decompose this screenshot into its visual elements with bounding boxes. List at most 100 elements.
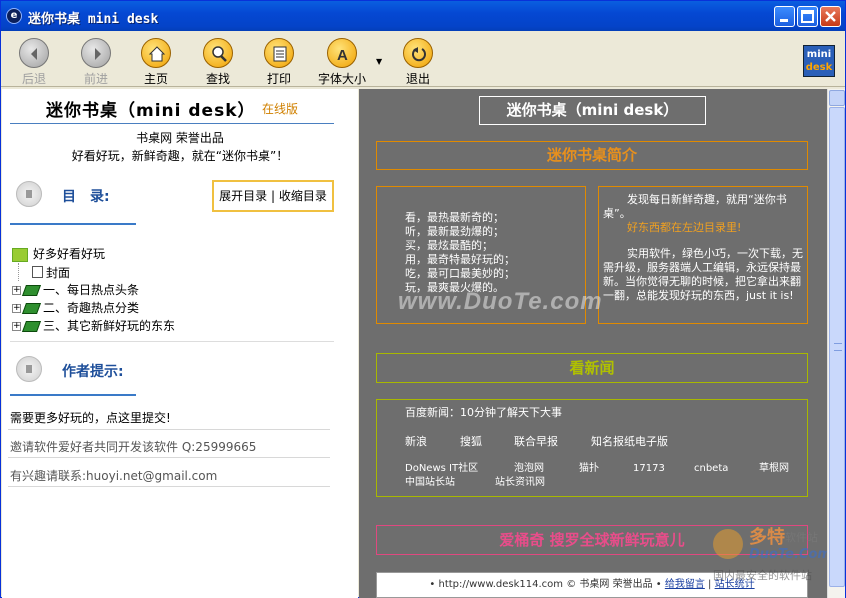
news-link[interactable]: 站长资讯网 xyxy=(495,476,545,490)
footer-separator: | xyxy=(708,579,712,590)
print-button[interactable]: 打印 xyxy=(249,38,309,87)
minimize-icon xyxy=(780,19,788,22)
publisher-text: 书桌网 荣誉出品 xyxy=(136,131,224,145)
intro-right-para2: 实用软件，绿色小巧，一次下载，无需升级，服务器端人工编辑，永远保持最新。当你觉得… xyxy=(603,247,803,302)
intro-line: 买，最炫最酷的； xyxy=(405,239,493,252)
toggle-separator: | xyxy=(270,189,279,203)
divider xyxy=(10,341,334,342)
catalog-underline xyxy=(10,223,136,225)
font-size-dropdown-icon[interactable]: ▼ xyxy=(376,57,382,66)
news-link[interactable]: DoNews IT社区 xyxy=(405,462,478,476)
search-label: 查找 xyxy=(205,72,230,86)
news-link[interactable]: 17173 xyxy=(633,462,665,476)
intro-line: 看，最热最新奇的； xyxy=(405,211,504,224)
exit-icon xyxy=(412,47,426,62)
title-bar[interactable]: e 迷你书桌 mini desk xyxy=(1,1,845,31)
news-link[interactable]: 泡泡网 xyxy=(514,462,544,476)
collapse-all-link[interactable]: 收缩目录 xyxy=(279,189,327,203)
tree-item-categories[interactable]: + 二、奇趣热点分类 xyxy=(12,299,332,317)
tree-root[interactable]: 好多好看好玩 xyxy=(12,245,332,263)
news-heading: 看新闻 xyxy=(376,353,808,383)
vertical-scrollbar[interactable] xyxy=(827,89,845,598)
tree-item-label: 一、每日热点头条 xyxy=(43,283,140,297)
expand-plus-icon[interactable]: + xyxy=(12,286,21,295)
folder-open-icon xyxy=(12,247,28,262)
scroll-up-button[interactable] xyxy=(829,90,845,106)
toolbar: 后退 前进 主页 查找 打印 A 字体大小 ▼ 退出 mini desk xyxy=(1,31,845,87)
scroll-thumb[interactable] xyxy=(829,107,845,587)
intro-right-para1: 发现每日新鲜奇趣，就用“迷你书桌”。 xyxy=(603,193,787,220)
news-link[interactable]: 中国站长站 xyxy=(405,476,455,490)
duote-corner-watermark: 多特 软件站 DuoTe.Com 国内最安全的软件站 xyxy=(713,523,843,583)
news-baidu-link[interactable]: 百度新闻：10分钟了解天下大事 xyxy=(405,406,562,420)
book-icon xyxy=(21,285,42,296)
slogan-text: 好看好玩，新鲜奇趣，就在“迷你书桌”！ xyxy=(71,149,289,163)
search-icon xyxy=(212,46,227,62)
author-header: 作者提示: xyxy=(16,354,316,384)
guestbook-link[interactable]: 给我留言 xyxy=(665,579,705,590)
news-link[interactable]: 猫扑 xyxy=(579,462,599,476)
author-underline xyxy=(10,394,136,396)
forward-button[interactable]: 前进 xyxy=(66,38,126,87)
back-label: 后退 xyxy=(21,72,46,86)
sidebar: 迷你书桌（mini desk） 在线版 书桌网 荣誉出品 好看好玩，新鲜奇趣，就… xyxy=(2,89,358,598)
watermark-domain: DuoTe.Com xyxy=(749,547,831,562)
back-button[interactable]: 后退 xyxy=(4,38,64,87)
back-arrow-icon xyxy=(31,48,37,60)
app-icon: e xyxy=(6,8,22,24)
tree-item-daily[interactable]: + 一、每日热点头条 xyxy=(12,281,332,299)
close-button[interactable] xyxy=(820,6,841,27)
author-bullet-icon xyxy=(16,356,42,382)
content-pane: 迷你书桌（mini desk） 迷你书桌简介 看，最热最新奇的； 听，最新最劲爆… xyxy=(359,89,827,598)
svg-text:A: A xyxy=(337,47,348,63)
news-link[interactable]: 搜狐 xyxy=(460,435,482,449)
forward-label: 前进 xyxy=(83,72,108,86)
expand-plus-icon[interactable]: + xyxy=(12,322,21,331)
maximize-button[interactable] xyxy=(797,6,818,27)
expand-plus-icon[interactable]: + xyxy=(12,304,21,313)
tree-connector xyxy=(18,263,19,281)
page-icon xyxy=(32,266,43,278)
sidebar-title: 迷你书桌（mini desk） xyxy=(46,101,256,121)
content-title: 迷你书桌（mini desk） xyxy=(479,96,706,125)
edition-badge[interactable]: 在线版 xyxy=(262,100,298,117)
exit-label: 退出 xyxy=(405,72,430,86)
tree-item-label: 二、奇趣热点分类 xyxy=(43,301,140,315)
news-link[interactable]: 联合早报 xyxy=(514,435,558,449)
intro-right-highlight: 好东西都在左边目录里! xyxy=(627,221,742,234)
footer-text: • http://www.desk114.com © 书桌网 荣誉出品 • xyxy=(429,579,662,590)
divider xyxy=(10,123,334,124)
news-link[interactable]: 新浪 xyxy=(405,435,427,449)
app-window: e 迷你书桌 mini desk 后退 前进 主页 查找 打印 A 字体大小 ▼… xyxy=(0,0,846,598)
font-size-label: 字体大小 xyxy=(317,72,366,86)
news-link[interactable]: 知名报纸电子版 xyxy=(591,435,668,449)
font-size-button[interactable]: A 字体大小 xyxy=(312,38,372,87)
exit-button[interactable]: 退出 xyxy=(388,38,448,87)
home-button[interactable]: 主页 xyxy=(126,38,186,87)
submit-tip-link[interactable]: 需要更多好玩的，点这里提交! xyxy=(10,409,171,426)
watermark-brand: 多特 xyxy=(749,527,785,548)
contact-tip: 有兴趣请联系:huoyi.net@gmail.com xyxy=(10,469,218,483)
minimize-button[interactable] xyxy=(774,6,795,27)
intro-line: 听，最新最劲爆的； xyxy=(405,225,504,238)
news-link[interactable]: cnbeta xyxy=(694,462,728,476)
divider xyxy=(8,486,330,487)
catalog-tree: 好多好看好玩 封面 + 一、每日热点头条 + 二、奇趣热点分类 + 三、其它新鲜好玩的… xyxy=(12,245,332,335)
print-label: 打印 xyxy=(266,72,291,86)
search-button[interactable]: 查找 xyxy=(188,38,248,87)
book-icon xyxy=(21,321,42,332)
expand-all-link[interactable]: 展开目录 xyxy=(219,189,267,203)
minidesk-logo: mini desk xyxy=(803,45,835,77)
tree-item-others[interactable]: + 三、其它新鲜好玩的东东 xyxy=(12,317,332,335)
catalog-heading: 目 录: xyxy=(62,189,110,205)
print-icon xyxy=(273,46,287,62)
forward-arrow-icon xyxy=(95,48,101,60)
maximize-icon xyxy=(801,10,814,23)
close-icon xyxy=(825,11,836,22)
tree-item-cover[interactable]: 封面 xyxy=(12,263,332,281)
intro-line: 用，最奇特最好玩的； xyxy=(405,253,515,266)
news-link[interactable]: 草根网 xyxy=(759,462,789,476)
window-title: 迷你书桌 mini desk xyxy=(28,12,159,27)
watermark-tagline: 国内最安全的软件站 xyxy=(713,569,812,582)
logo-bottom-text: desk xyxy=(805,62,833,73)
